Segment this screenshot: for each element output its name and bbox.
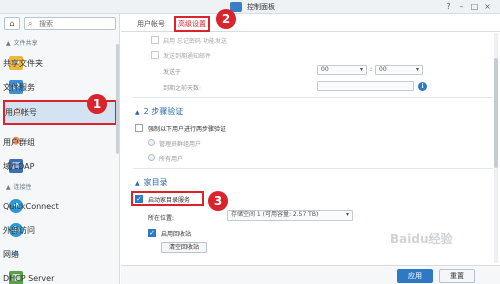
- tab-user-account[interactable]: 用户帐号: [137, 18, 165, 30]
- sidebar-item-network[interactable]: ⌂ 网络: [3, 243, 117, 265]
- chevron-down-icon: ▾: [359, 66, 363, 73]
- sidebar-item-label: 用户帐号: [5, 108, 37, 117]
- hour-select[interactable]: 00 ▾: [317, 65, 367, 75]
- title-bar: 控制面板 ? – □ ×: [0, 0, 500, 14]
- divider: [133, 168, 493, 169]
- sidebar-item-dhcp-server[interactable]: ▦ DHCP Server: [3, 267, 117, 284]
- recycle-bin-label: 启用回收站: [161, 231, 192, 238]
- content-scrollbar[interactable]: [494, 33, 498, 263]
- days-before-input[interactable]: [317, 81, 414, 91]
- sidebar-item-label: 文件服务: [3, 82, 35, 92]
- search-icon: ⌕: [28, 19, 33, 28]
- tab-advanced-settings[interactable]: 高级设置: [174, 16, 210, 32]
- time-separator: :: [370, 66, 373, 73]
- divider: [133, 97, 493, 98]
- step-badge-3: 3: [208, 191, 228, 211]
- sidebar-item-domain-ldap[interactable]: ▤ 域/LDAP: [3, 155, 117, 177]
- section-title: 2 步骤验证: [143, 107, 184, 116]
- sidebar-item-label: 用户群组: [3, 137, 35, 147]
- days-before-label: 到期之前天数:: [163, 85, 202, 92]
- search-box[interactable]: ⌕: [24, 17, 116, 30]
- location-label: 所在位置:: [148, 215, 175, 222]
- send-at-label: 发送于: [163, 69, 182, 76]
- sidebar-item-label: 共享文件夹: [3, 58, 43, 68]
- radio-admins-label: 管理员群组用户: [159, 141, 202, 148]
- window-title: 控制面板: [247, 3, 275, 11]
- minute-select[interactable]: 00 ▾: [375, 65, 423, 75]
- section-connectivity[interactable]: ▲ 连接性: [6, 182, 32, 191]
- empty-recycle-bin-button[interactable]: 清空回收站: [161, 242, 207, 253]
- sidebar-item-user-group[interactable]: ☻ 用户群组: [3, 131, 117, 153]
- sidebar-item-label: 域/LDAP: [3, 161, 35, 171]
- enforce-two-step-checkbox[interactable]: [135, 124, 143, 132]
- watermark: Baidu经验: [390, 232, 453, 246]
- chevron-up-icon: ▲: [6, 40, 11, 47]
- apply-button[interactable]: 应用: [397, 269, 433, 283]
- location-value: 存储空间 1 (可用容量: 2.57 TB): [231, 211, 319, 218]
- chevron-up-icon: ▲: [135, 109, 140, 116]
- sidebar-item-label: 外部访问: [3, 225, 35, 235]
- step-badge-2: 2: [216, 9, 236, 29]
- send-expiry-email-checkbox[interactable]: [151, 51, 159, 59]
- scrollbar-thumb[interactable]: [494, 58, 498, 168]
- section-file-sharing[interactable]: ▲ 文件共享: [6, 38, 38, 47]
- location-select[interactable]: 存储空间 1 (可用容量: 2.57 TB) ▾: [227, 210, 353, 221]
- section-label: 连接性: [13, 184, 32, 191]
- home-section-header[interactable]: ▲ 家目录: [135, 177, 168, 188]
- enable-home-checkbox[interactable]: ✓: [135, 195, 143, 203]
- recycle-bin-checkbox[interactable]: ✓: [148, 229, 156, 237]
- sidebar: ⌂ ⌕ ▲文件共享 ▰ 共享文件夹 ⇄ 文件服务 ☺ 用户帐号 ☻ 用户群组 ▤…: [0, 14, 120, 284]
- enforce-two-step-label: 强制以下用户进行两步骤验证: [148, 126, 227, 133]
- footer: 应用 重置: [121, 265, 500, 284]
- close-button[interactable]: ×: [483, 2, 492, 11]
- sidebar-scrollbar[interactable]: [116, 44, 119, 154]
- radio-admins[interactable]: [148, 139, 155, 146]
- search-input[interactable]: [39, 19, 113, 29]
- chevron-up-icon: ▲: [135, 180, 140, 187]
- section-title: 家目录: [143, 178, 168, 187]
- sidebar-item-shared-folder[interactable]: ▰ 共享文件夹: [3, 52, 117, 74]
- step-badge-1: 1: [87, 94, 107, 114]
- sidebar-item-label: QuickConnect: [3, 201, 59, 211]
- chevron-up-icon: ▲: [6, 184, 11, 191]
- reset-button[interactable]: 重置: [439, 269, 475, 283]
- tab-bar: 用户帐号 高级设置: [121, 14, 500, 32]
- send-expiry-email-label: 发送到期通知邮件: [163, 53, 212, 60]
- hour-value: 00: [321, 66, 329, 73]
- sidebar-item-external-access[interactable]: ◎ 外部访问: [3, 219, 117, 241]
- home-icon: ⌂: [9, 19, 15, 28]
- minimize-button[interactable]: –: [457, 2, 466, 11]
- home-button[interactable]: ⌂: [4, 17, 20, 30]
- radio-all-users-label: 所有用户: [159, 156, 184, 163]
- chevron-down-icon: ▾: [415, 66, 419, 73]
- two-step-section-header[interactable]: ▲ 2 步骤验证: [135, 106, 183, 117]
- chevron-down-icon: ▾: [345, 211, 349, 218]
- section-label: 文件共享: [13, 40, 38, 47]
- sidebar-item-quickconnect[interactable]: ➜ QuickConnect: [3, 195, 117, 217]
- sidebar-item-label: 网络: [3, 249, 19, 259]
- enable-home-label: 启动家目录服务: [148, 197, 191, 204]
- info-icon[interactable]: i: [418, 82, 427, 91]
- forgot-password-checkbox[interactable]: [151, 36, 159, 44]
- forgot-password-label: 启用 忘记密码 功能发送: [163, 38, 227, 45]
- radio-all-users[interactable]: [148, 154, 155, 161]
- help-button[interactable]: ?: [444, 2, 453, 11]
- maximize-button[interactable]: □: [470, 2, 479, 11]
- sidebar-item-label: DHCP Server: [3, 273, 55, 283]
- minute-value: 00: [379, 66, 387, 73]
